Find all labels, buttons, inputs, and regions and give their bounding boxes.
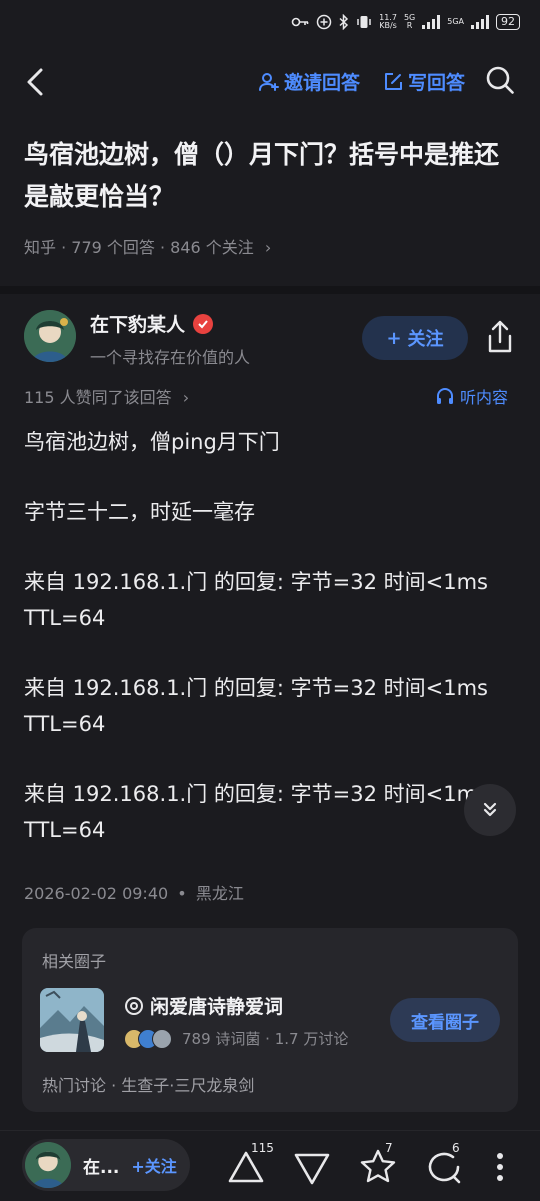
answer-meta: 2026-02-02 09:40 • 黑龙江 bbox=[24, 880, 244, 904]
circle-stats-row: 789 诗词菌 · 1.7 万讨论 bbox=[124, 1028, 348, 1049]
circle-name: 闲爱唐诗静爱词 bbox=[150, 996, 284, 1018]
circle-stats: 789 诗词菌 · 1.7 万讨论 bbox=[182, 1030, 349, 1048]
upvote-summary[interactable]: 115 人赞同了该回答 › bbox=[24, 384, 189, 408]
back-arrow-icon[interactable] bbox=[22, 66, 52, 98]
author-bio: 一个寻找存在价值的人 bbox=[90, 348, 251, 367]
bottom-author-pill[interactable]: 在... +关注 bbox=[22, 1139, 190, 1191]
more-vertical-icon[interactable] bbox=[494, 1151, 506, 1183]
chevron-right-icon: › bbox=[182, 388, 190, 407]
answer-paragraph: 字节三十二，时延一毫存 bbox=[24, 500, 255, 524]
author-name-row[interactable]: 在下豹某人 bbox=[90, 310, 214, 337]
view-circle-button[interactable]: 查看圈子 bbox=[390, 998, 500, 1042]
edit-icon bbox=[385, 72, 402, 90]
network-roaming: R bbox=[406, 21, 413, 30]
answer-paragraph: 来自 192.168.1.门 的回复: 字节=32 时间<1ms TTL=64 bbox=[24, 676, 488, 736]
author-avatar[interactable] bbox=[24, 310, 76, 362]
bottom-author-name: 在... bbox=[83, 1157, 120, 1178]
avatar-illustration-icon bbox=[25, 1142, 71, 1188]
write-answer-label: 写回答 bbox=[408, 72, 466, 94]
question-meta[interactable]: 知乎 · 779 个回答 · 846 个关注 › bbox=[24, 234, 271, 258]
answer-location: 黑龙江 bbox=[195, 884, 244, 903]
question-meta-text: 知乎 · 779 个回答 · 846 个关注 bbox=[24, 238, 254, 257]
plus-icon: + bbox=[386, 327, 402, 349]
downvote-icon[interactable] bbox=[292, 1149, 332, 1189]
verified-badge-icon bbox=[193, 313, 214, 334]
chevron-right-icon: › bbox=[264, 238, 272, 257]
circle-name-row[interactable]: 闲爱唐诗静爱词 bbox=[124, 992, 283, 1019]
answer-body: 鸟宿池边树，僧ping月下门 字节三十二，时延一毫存 来自 192.168.1.… bbox=[24, 424, 494, 882]
related-circle-card[interactable]: 相关圈子 闲爱唐诗静爱词 789 诗词菌 · 1.7 万讨论 查看圈子 热门讨论… bbox=[22, 928, 518, 1112]
status-icons: 11.7 KB/s 5G R 5GA 92 bbox=[291, 14, 520, 30]
answer-paragraph: 来自 192.168.1.门 的回复: 字节=32 时间<1ms TTL=64 bbox=[24, 782, 488, 842]
share-icon[interactable] bbox=[482, 318, 518, 356]
signal-1-label: 5G R bbox=[404, 14, 415, 30]
comment-count: 6 bbox=[452, 1141, 460, 1155]
avatar-illustration-icon bbox=[24, 310, 76, 362]
answer-paragraph: 鸟宿池边树，僧ping月下门 bbox=[24, 430, 280, 454]
bottom-follow-button[interactable]: +关注 bbox=[131, 1153, 176, 1177]
question-title[interactable]: 鸟宿池边树，僧（）月下门？括号中是推还是敲更恰当？ bbox=[24, 134, 520, 218]
data-saver-icon bbox=[316, 14, 332, 30]
star-count: 7 bbox=[385, 1141, 393, 1155]
bluetooth-icon bbox=[339, 14, 349, 30]
invite-answer-label: 邀请回答 bbox=[284, 72, 361, 94]
member-avatars bbox=[124, 1028, 172, 1049]
related-circle-header: 相关圈子 bbox=[42, 952, 107, 971]
signal-2-icon bbox=[471, 15, 489, 29]
bottom-author-avatar[interactable] bbox=[25, 1142, 71, 1188]
top-nav: 邀请回答 写回答 bbox=[0, 52, 540, 112]
write-answer-button[interactable]: 写回答 bbox=[382, 68, 465, 95]
upvote-summary-text: 115 人赞同了该回答 bbox=[24, 388, 172, 407]
answer-paragraph: 来自 192.168.1.门 的回复: 字节=32 时间<1ms TTL=64 bbox=[24, 570, 488, 630]
double-chevron-down-icon bbox=[483, 802, 497, 817]
author-name: 在下豹某人 bbox=[90, 314, 186, 336]
answer-datetime: 2026-02-02 09:40 bbox=[24, 884, 169, 903]
bottom-action-bar: 在... +关注 115 7 6 bbox=[0, 1130, 540, 1201]
headphones-icon bbox=[437, 388, 453, 404]
section-divider bbox=[0, 286, 540, 294]
vibrate-icon bbox=[357, 16, 371, 28]
listen-label: 听内容 bbox=[460, 388, 509, 407]
network-speed-unit: KB/s bbox=[379, 21, 397, 30]
follow-button[interactable]: + 关注 bbox=[362, 316, 468, 360]
search-icon[interactable] bbox=[484, 64, 516, 96]
key-icon bbox=[291, 17, 309, 27]
circle-painting-icon bbox=[40, 988, 104, 1052]
signal-1-icon bbox=[422, 15, 441, 29]
member-avatar bbox=[152, 1028, 172, 1049]
status-bar: 11.7 KB/s 5G R 5GA 92 bbox=[0, 0, 540, 50]
hot-topics[interactable]: 热门讨论 · 生查子·三尺龙泉剑 bbox=[42, 1072, 254, 1096]
circle-ring-icon bbox=[125, 996, 143, 1015]
follow-label: 关注 bbox=[407, 329, 444, 350]
network-speed: 11.7 KB/s bbox=[379, 14, 397, 30]
listen-button[interactable]: 听内容 bbox=[436, 384, 508, 408]
network-type-2: 5GA bbox=[447, 17, 464, 26]
upvote-count: 115 bbox=[251, 1141, 274, 1155]
meta-separator: • bbox=[177, 884, 187, 903]
scroll-down-button[interactable] bbox=[464, 784, 516, 836]
battery-indicator: 92 bbox=[496, 14, 520, 30]
invite-answer-button[interactable]: 邀请回答 bbox=[258, 68, 360, 95]
person-add-icon bbox=[259, 72, 279, 91]
circle-thumbnail bbox=[40, 988, 104, 1052]
